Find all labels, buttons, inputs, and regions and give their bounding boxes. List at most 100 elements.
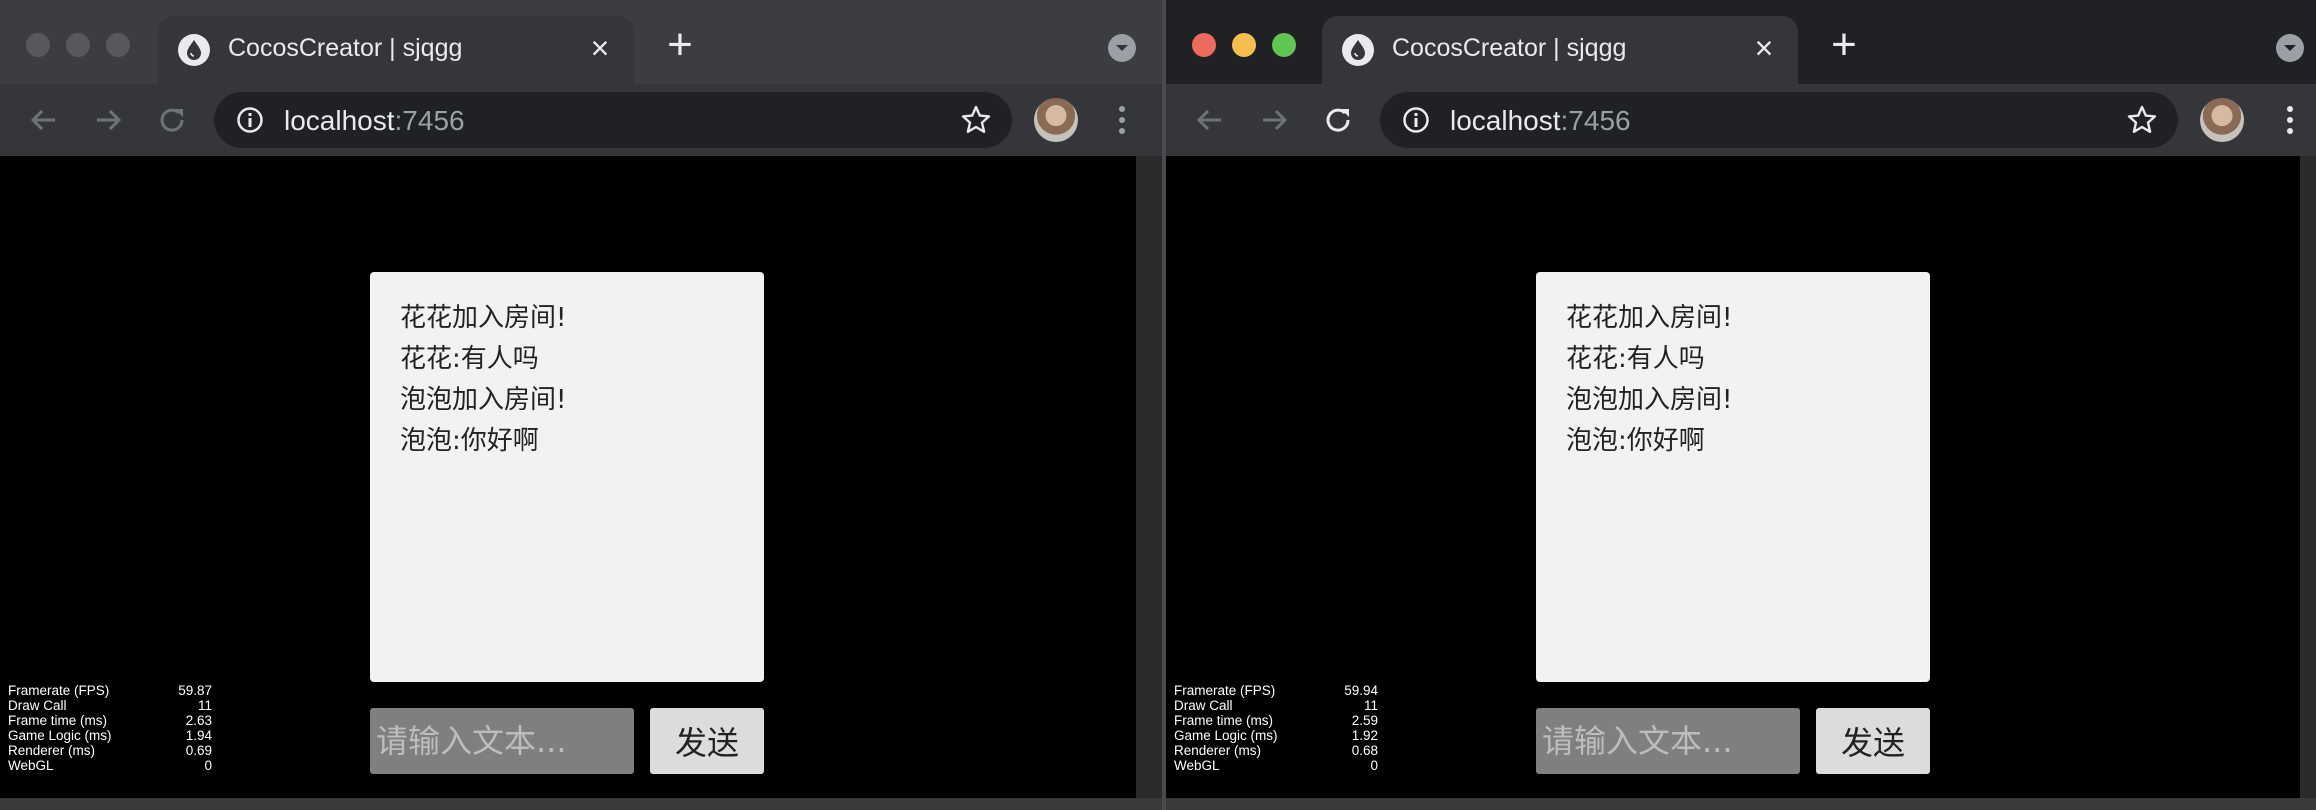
- arrow-left-icon: [30, 109, 55, 131]
- back-button[interactable]: [1192, 102, 1228, 138]
- new-tab-button[interactable]: +: [1824, 23, 1864, 67]
- stat-row: Frame time (ms) 2.59: [1174, 713, 1378, 728]
- url-host: localhost: [284, 105, 395, 136]
- tab-title: CocosCreator | sjqgg: [1392, 34, 1627, 62]
- browser-tab[interactable]: CocosCreator | sjqgg ×: [1322, 16, 1798, 84]
- vertical-scrollbar[interactable]: [2300, 156, 2316, 798]
- stat-value: 11: [197, 698, 212, 713]
- window-maximize-button[interactable]: [1272, 33, 1296, 57]
- stat-label: Framerate (FPS): [8, 683, 110, 698]
- chat-message: 泡泡:你好啊: [1566, 426, 1705, 456]
- chat-text-input[interactable]: [370, 708, 634, 774]
- toolbar: localhost:7456: [1166, 84, 2316, 156]
- info-icon[interactable]: [236, 106, 264, 134]
- stat-label: Game Logic (ms): [8, 728, 112, 743]
- stat-label: Frame time (ms): [8, 713, 107, 728]
- stat-value: 1.92: [1351, 728, 1378, 743]
- chat-message: 泡泡:你好啊: [400, 426, 539, 456]
- tab-strip: CocosCreator | sjqgg × +: [0, 0, 1162, 84]
- chat-message-panel: 花花加入房间! 花花:有人吗 泡泡加入房间! 泡泡:你好啊: [370, 272, 764, 682]
- window-close-button[interactable]: [1192, 33, 1216, 57]
- stat-label: Renderer (ms): [8, 743, 96, 758]
- reload-button[interactable]: [154, 102, 190, 138]
- chevron-down-icon: [1116, 45, 1128, 51]
- window-close-button[interactable]: [26, 33, 50, 57]
- url-port: :7456: [1560, 105, 1631, 136]
- star-icon[interactable]: [2126, 104, 2158, 136]
- game-canvas[interactable]: 花花加入房间! 花花:有人吗 泡泡加入房间! 泡泡:你好啊 发送 Framera…: [1166, 156, 2300, 798]
- info-icon[interactable]: [1402, 106, 1430, 134]
- stat-row: Renderer (ms) 0.69: [8, 743, 212, 758]
- chat-message: 泡泡加入房间!: [400, 385, 567, 415]
- stat-value: 59.94: [1344, 683, 1378, 698]
- tab-close-icon[interactable]: ×: [582, 30, 618, 66]
- stat-value: 59.87: [178, 683, 212, 698]
- chat-message: 泡泡加入房间!: [1566, 385, 1733, 415]
- chat-message: 花花加入房间!: [400, 303, 567, 333]
- stat-label: Game Logic (ms): [1174, 728, 1278, 743]
- tab-title: CocosCreator | sjqgg: [228, 34, 463, 62]
- stat-value: 2.63: [185, 713, 212, 728]
- stat-value: 0: [204, 758, 212, 773]
- window-minimize-button[interactable]: [1232, 33, 1256, 57]
- forward-button[interactable]: [90, 102, 126, 138]
- cocos-drop-icon: [1342, 34, 1374, 66]
- stat-value: 1.94: [185, 728, 212, 743]
- address-bar[interactable]: localhost:7456: [214, 92, 1012, 148]
- stat-row: Framerate (FPS) 59.94: [1174, 683, 1378, 698]
- kebab-menu-icon[interactable]: [1116, 102, 1128, 138]
- url-host: localhost: [1450, 105, 1561, 136]
- address-bar[interactable]: localhost:7456: [1380, 92, 2178, 148]
- stat-row: Renderer (ms) 0.68: [1174, 743, 1378, 758]
- browser-tab[interactable]: CocosCreator | sjqgg ×: [158, 16, 634, 84]
- stat-row: WebGL 0: [8, 758, 212, 773]
- browser-window-left: CocosCreator | sjqgg × + localhost:7456 …: [0, 0, 1162, 810]
- reload-icon: [160, 108, 184, 132]
- send-button[interactable]: 发送: [1816, 708, 1930, 774]
- debug-stats-panel: Framerate (FPS) 59.94 Draw Call 11 Frame t…: [1174, 683, 1378, 773]
- tab-search-button[interactable]: [1108, 34, 1136, 62]
- stat-value: 0: [1370, 758, 1378, 773]
- send-button[interactable]: 发送: [650, 708, 764, 774]
- chevron-down-icon: [2284, 45, 2296, 51]
- stat-label: WebGL: [8, 758, 54, 773]
- stat-row: WebGL 0: [1174, 758, 1378, 773]
- arrow-right-icon: [1263, 109, 1288, 131]
- forward-button[interactable]: [1256, 102, 1292, 138]
- cocos-drop-icon: [178, 34, 210, 66]
- game-canvas[interactable]: 花花加入房间! 花花:有人吗 泡泡加入房间! 泡泡:你好啊 发送 Framera…: [0, 156, 1136, 798]
- window-bottom-edge: [1166, 798, 2316, 810]
- stat-row: Frame time (ms) 2.63: [8, 713, 212, 728]
- toolbar: localhost:7456: [0, 84, 1162, 156]
- profile-avatar[interactable]: [2200, 98, 2244, 142]
- profile-avatar[interactable]: [1034, 98, 1078, 142]
- arrow-right-icon: [97, 109, 122, 131]
- star-icon[interactable]: [960, 104, 992, 136]
- tab-search-button[interactable]: [2276, 34, 2304, 62]
- back-button[interactable]: [26, 102, 62, 138]
- debug-stats-panel: Framerate (FPS) 59.87 Draw Call 11 Frame t…: [8, 683, 212, 773]
- vertical-scrollbar[interactable]: [1136, 156, 1162, 798]
- url-port: :7456: [394, 105, 465, 136]
- new-tab-button[interactable]: +: [660, 23, 700, 67]
- window-minimize-button[interactable]: [66, 33, 90, 57]
- stat-label: Frame time (ms): [1174, 713, 1273, 728]
- kebab-menu-icon[interactable]: [2284, 102, 2296, 138]
- reload-button[interactable]: [1320, 102, 1356, 138]
- stat-value: 0.68: [1351, 743, 1378, 758]
- chat-text-input[interactable]: [1536, 708, 1800, 774]
- window-bottom-edge: [0, 798, 1162, 810]
- reload-icon: [1326, 108, 1350, 132]
- stat-row: Game Logic (ms) 1.94: [8, 728, 212, 743]
- chat-message: 花花加入房间!: [1566, 303, 1733, 333]
- window-maximize-button[interactable]: [106, 33, 130, 57]
- browser-window-right: CocosCreator | sjqgg × + localhost:7456 …: [1166, 0, 2316, 810]
- stat-row: Framerate (FPS) 59.87: [8, 683, 212, 698]
- stat-value: 11: [1363, 698, 1378, 713]
- arrow-left-icon: [1196, 109, 1221, 131]
- stat-label: Draw Call: [1174, 698, 1233, 713]
- stat-label: Renderer (ms): [1174, 743, 1262, 758]
- stat-value: 2.59: [1351, 713, 1378, 728]
- stat-value: 0.69: [185, 743, 212, 758]
- tab-close-icon[interactable]: ×: [1746, 30, 1782, 66]
